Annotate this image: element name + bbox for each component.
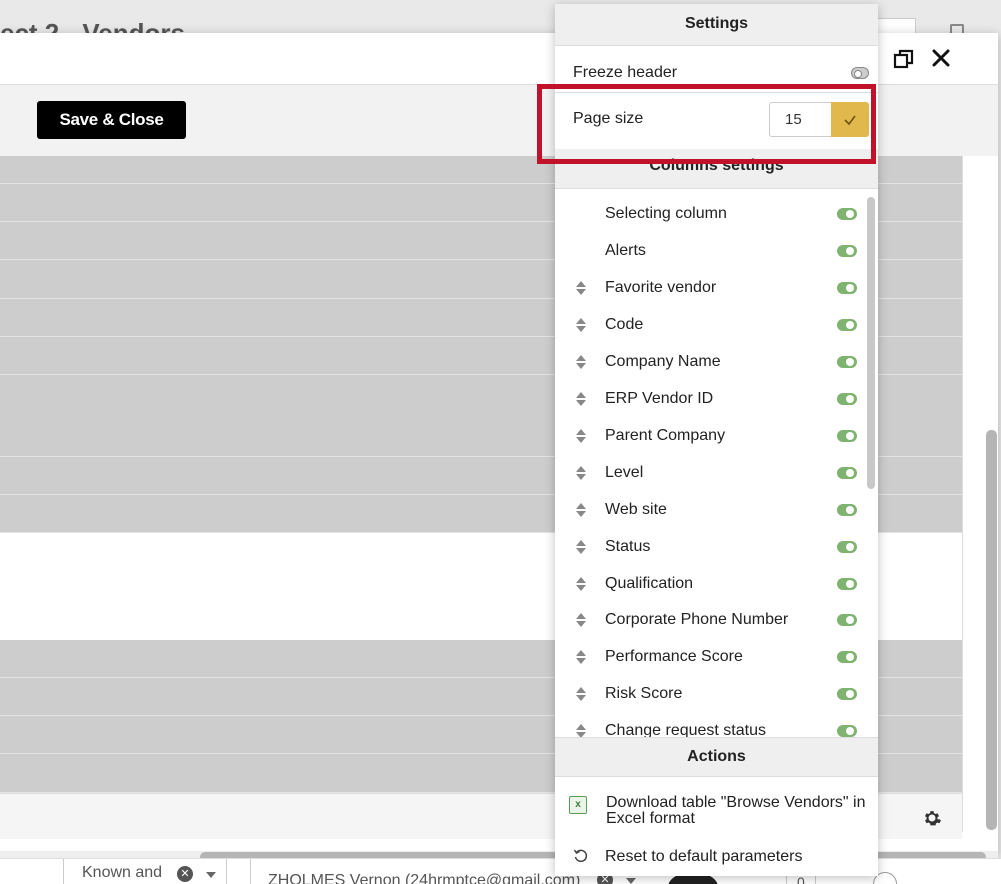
column-label: Selecting column <box>605 205 727 222</box>
column-label: Risk Score <box>605 685 683 702</box>
column-visibility-toggle[interactable] <box>837 541 857 553</box>
known-label: Known and <box>82 864 163 881</box>
cell-divider <box>226 859 227 884</box>
column-setting-item[interactable]: Qualification <box>555 565 865 602</box>
column-setting-item[interactable]: Level <box>555 454 865 491</box>
column-label: Status <box>605 538 651 555</box>
column-visibility-toggle[interactable] <box>837 208 857 220</box>
column-setting-item[interactable]: Parent Company <box>555 417 865 454</box>
contact-value: ZHOLMES Vernon (24hrmptce@gmail.com) <box>268 872 581 884</box>
column-setting-item[interactable]: Code <box>555 306 865 343</box>
vertical-scrollbar[interactable] <box>986 430 997 830</box>
column-visibility-toggle[interactable] <box>837 504 857 516</box>
column-label: Qualification <box>605 575 694 592</box>
column-visibility-toggle[interactable] <box>837 430 857 442</box>
cell-divider <box>250 859 251 884</box>
download-excel-action[interactable]: x Download table "Browse Vendors" in Exc… <box>555 794 878 834</box>
sort-handle-icon[interactable] <box>575 392 587 408</box>
sort-handle-icon[interactable] <box>575 650 587 666</box>
actions-title: Actions <box>555 737 878 777</box>
column-visibility-toggle[interactable] <box>837 651 857 663</box>
column-setting-item[interactable]: Status <box>555 528 865 565</box>
column-setting-item[interactable]: Alerts <box>555 232 865 269</box>
settings-title: Settings <box>555 4 878 46</box>
restore-window-icon[interactable] <box>893 48 915 70</box>
reset-defaults-action[interactable]: Reset to default parameters <box>555 847 878 871</box>
column-visibility-toggle[interactable] <box>837 245 857 257</box>
excel-icon: x <box>569 796 587 814</box>
sort-handle-icon[interactable] <box>575 318 587 334</box>
column-label: Level <box>605 464 644 481</box>
sort-handle-icon[interactable] <box>575 466 587 482</box>
cell-divider <box>63 859 64 884</box>
column-label: Web site <box>605 501 667 518</box>
column-label: Performance Score <box>605 648 743 665</box>
column-setting-item[interactable]: Favorite vendor <box>555 269 865 306</box>
page-size-highlight <box>537 84 876 164</box>
sort-handle-icon[interactable] <box>575 613 587 629</box>
column-label: Alerts <box>605 242 646 259</box>
download-excel-label: Download table "Browse Vendors" in Excel… <box>606 794 866 827</box>
column-label: Corporate Phone Number <box>605 611 789 628</box>
column-visibility-toggle[interactable] <box>837 578 857 590</box>
chevron-down-icon[interactable] <box>626 878 636 884</box>
sort-handle-icon[interactable] <box>575 540 587 556</box>
freeze-header-label: Freeze header <box>573 64 678 81</box>
column-setting-item[interactable]: Risk Score <box>555 675 865 712</box>
sort-handle-icon[interactable] <box>575 503 587 519</box>
save-close-button[interactable]: Save & Close <box>37 101 186 139</box>
freeze-header-toggle[interactable] <box>851 67 869 79</box>
column-setting-item[interactable]: Web site <box>555 491 865 528</box>
column-setting-item[interactable]: ERP Vendor ID <box>555 380 865 417</box>
sort-handle-icon[interactable] <box>575 687 587 703</box>
column-visibility-toggle[interactable] <box>837 725 857 737</box>
sort-handle-icon[interactable] <box>575 429 587 445</box>
column-label: Parent Company <box>605 427 726 444</box>
column-label: Favorite vendor <box>605 279 717 296</box>
column-label: ERP Vendor ID <box>605 390 714 407</box>
sort-handle-icon[interactable] <box>575 281 587 297</box>
chevron-down-icon[interactable] <box>206 872 216 878</box>
column-visibility-toggle[interactable] <box>837 467 857 479</box>
column-setting-item[interactable]: Corporate Phone Number <box>555 601 865 638</box>
column-setting-item[interactable]: Company Name <box>555 343 865 380</box>
reset-defaults-label: Reset to default parameters <box>605 848 803 865</box>
column-visibility-toggle[interactable] <box>837 356 857 368</box>
column-visibility-toggle[interactable] <box>837 393 857 405</box>
column-visibility-toggle[interactable] <box>837 282 857 294</box>
clear-icon[interactable]: ✕ <box>177 866 193 882</box>
column-visibility-toggle[interactable] <box>837 688 857 700</box>
reset-icon <box>573 849 588 863</box>
sort-handle-icon[interactable] <box>575 355 587 371</box>
column-setting-item[interactable]: Selecting column <box>555 195 865 232</box>
column-label: Company Name <box>605 353 721 370</box>
column-setting-item[interactable]: Performance Score <box>555 638 865 675</box>
column-setting-item[interactable]: Change request status <box>555 712 865 738</box>
close-icon[interactable] <box>930 47 952 69</box>
column-label: Change request status <box>605 722 766 738</box>
columns-list: Selecting column Alerts Favorite vendor … <box>555 189 878 738</box>
column-visibility-toggle[interactable] <box>837 614 857 626</box>
page-title: ect 2 - Vendors <box>0 18 185 34</box>
sort-handle-icon[interactable] <box>575 577 587 593</box>
column-visibility-toggle[interactable] <box>837 319 857 331</box>
gear-icon[interactable] <box>922 808 942 828</box>
column-label: Code <box>605 316 644 333</box>
sort-handle-icon[interactable] <box>575 724 587 738</box>
columns-scrollbar[interactable] <box>867 197 875 489</box>
